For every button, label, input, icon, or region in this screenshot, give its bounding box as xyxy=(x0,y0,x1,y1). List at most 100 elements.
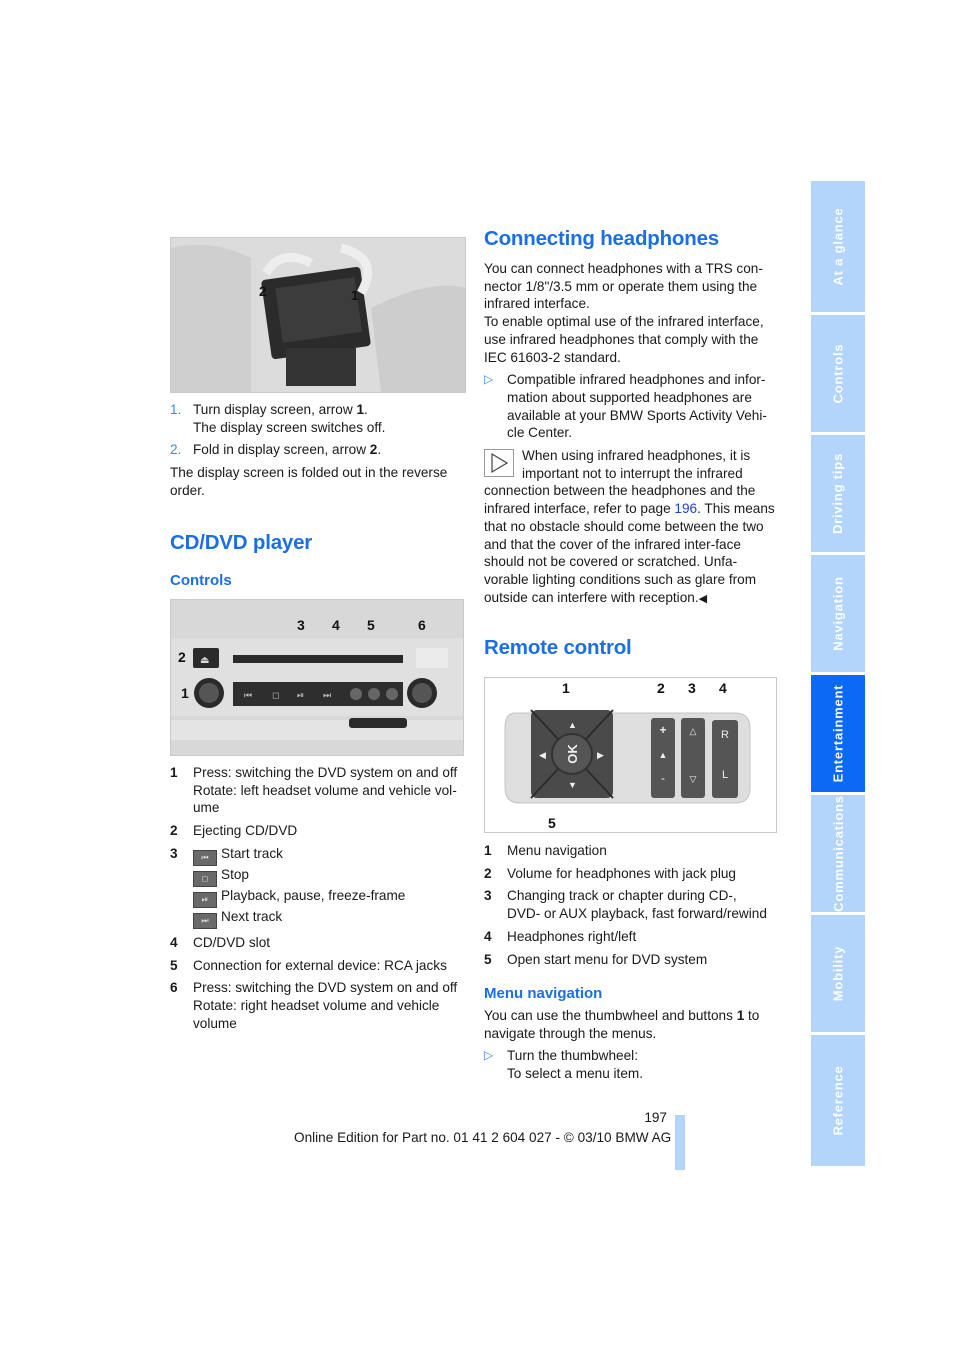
page-marker-bar xyxy=(675,1115,685,1170)
item-text: Open start menu for DVD system xyxy=(507,951,708,967)
item-text: Changing track or chapter during CD-, DVD… xyxy=(507,888,767,922)
step-number: 1. xyxy=(170,402,182,417)
arrow-2-shape xyxy=(262,252,314,276)
side-tab-driving-tips[interactable]: Driving tips xyxy=(811,435,865,552)
legend-item-6: 6 Press: switching the DVD system on and… xyxy=(170,979,465,1032)
callout-1: 1 xyxy=(181,685,189,701)
bullet-text: Turn the thumbwheel: To select a menu ite… xyxy=(507,1048,643,1082)
remote-item-5: 5 Open start menu for DVD system xyxy=(484,951,779,969)
edition-footer: Online Edition for Part no. 01 41 2 604 … xyxy=(294,1130,672,1145)
callout-6: 6 xyxy=(418,617,426,633)
menu-navigation-subheading: Menu navigation xyxy=(484,985,603,1002)
remote-control-heading: Remote control xyxy=(484,636,632,659)
remote-item-4: 4 Headphones right/left xyxy=(484,928,779,946)
callout-4: 4 xyxy=(332,617,340,633)
item-number: 5 xyxy=(170,957,178,973)
headphones-paragraph-1: You can connect headphones with a TRS co… xyxy=(484,261,763,312)
step-number: 2. xyxy=(170,442,182,458)
svg-text:L: L xyxy=(722,769,728,781)
page-number: 197 xyxy=(644,1110,667,1125)
item-text: Menu navigation xyxy=(507,843,607,858)
svg-text:OK: OK xyxy=(565,744,580,764)
remote-control-illustration: OK ▲ ▼ ◀ ▶ + ▲ - △ ▽ R L 1 2 3 4 5 xyxy=(504,680,751,831)
item-text: Headphones right/left xyxy=(507,928,637,944)
triangle-bullet-icon: ▷ xyxy=(484,372,494,387)
item-text: Press: switching the DVD system on and o… xyxy=(193,765,458,816)
callout-5: 5 xyxy=(367,617,375,633)
callout-1: 1 xyxy=(351,287,359,303)
screen-panel xyxy=(275,277,363,343)
legend-item-3: 3 ⏮ Start track ◻ Stop ⏯ Playback, pause, f… xyxy=(170,845,465,929)
item-number: 4 xyxy=(484,928,492,944)
legend-item-4: 4 CD/DVD slot xyxy=(170,934,465,952)
item-number: 1 xyxy=(484,843,492,858)
svg-text:+: + xyxy=(659,723,666,737)
rca-cable-plug xyxy=(349,718,407,728)
item-number: 3 xyxy=(170,845,178,861)
end-mark-icon: ◀ xyxy=(698,592,708,605)
tab-label: At a glance xyxy=(830,207,846,286)
reverse-order-note: The display screen is folded out in the … xyxy=(170,465,448,498)
item-text: Connection for external device: RCA jack… xyxy=(193,957,447,973)
callout-1: 1 xyxy=(562,680,570,696)
screen-mount xyxy=(286,348,356,386)
button-stop: ◻ Stop xyxy=(193,866,465,887)
dvd-controls-illustration: ⏏ ⏮ ◻ ⏯ ⏭ 1 2 3 4 5 6 xyxy=(171,617,463,740)
side-tab-communications[interactable]: Communications xyxy=(811,795,865,912)
button-next-track: ⏭ Next track xyxy=(193,908,465,929)
side-tab-navigation[interactable]: Navigation xyxy=(811,555,865,672)
step-text: Turn display screen, arrow 1. The display… xyxy=(193,402,386,435)
controls-legend-list: 1 Press: switching the DVD system on and… xyxy=(170,764,465,1032)
bullet-thumbwheel: ▷ Turn the thumbwheel: To select a menu i… xyxy=(484,1047,776,1082)
dvd-controls-figure: ⏏ ⏮ ◻ ⏯ ⏭ 1 2 3 4 5 6 xyxy=(170,599,464,756)
tab-label: Driving tips xyxy=(830,452,846,535)
rca-jack xyxy=(386,688,398,700)
side-tab-reference[interactable]: Reference xyxy=(811,1035,865,1166)
connecting-headphones-heading: Connecting headphones xyxy=(484,227,719,250)
skip-forward-icon: ⏭ xyxy=(193,912,217,929)
callout-3: 3 xyxy=(297,617,305,633)
rca-jack xyxy=(368,688,380,700)
bullet-text: Compatible infrared headphones and infor… xyxy=(507,372,767,441)
display-screen-illustration: 2 1 xyxy=(171,243,465,392)
svg-text:▽: ▽ xyxy=(690,774,697,784)
svg-text:⏮: ⏮ xyxy=(244,690,252,700)
svg-text:⏯: ⏯ xyxy=(297,690,304,700)
step-2: 2. Fold in display screen, arrow 2. xyxy=(170,441,465,459)
side-tab-at-a-glance[interactable]: At a glance xyxy=(811,181,865,312)
tab-label: Navigation xyxy=(830,576,846,651)
cd-dvd-player-heading: CD/DVD player xyxy=(170,531,313,554)
rca-jack xyxy=(350,688,362,700)
page-196-link[interactable]: 196 xyxy=(674,501,697,516)
cd-slot xyxy=(233,655,403,663)
note-triangle-icon xyxy=(484,449,514,478)
callout-3: 3 xyxy=(688,680,696,696)
item-number: 2 xyxy=(484,865,492,881)
stop-icon: ◻ xyxy=(193,870,217,887)
svg-text:▼: ▼ xyxy=(568,780,577,790)
remote-item-2: 2 Volume for headphones with jack plug xyxy=(484,865,779,883)
item-text: Ejecting CD/DVD xyxy=(193,823,298,839)
legend-item-2: 2 Ejecting CD/DVD xyxy=(170,822,465,840)
side-tab-entertainment[interactable]: Entertainment xyxy=(811,675,865,792)
svg-text:▲: ▲ xyxy=(568,720,577,730)
tab-label: Mobility xyxy=(830,945,846,1002)
svg-text:◀: ◀ xyxy=(539,750,546,760)
play-pause-icon: ⏯ xyxy=(193,891,217,908)
item-number: 5 xyxy=(484,951,492,967)
step-text: Fold in display screen, arrow 2. xyxy=(193,442,382,458)
item-number: 3 xyxy=(484,888,492,904)
menu-navigation-section: You can use the thumbwheel and buttons 1… xyxy=(484,1007,776,1083)
side-tab-controls[interactable]: Controls xyxy=(811,315,865,432)
headphones-section: You can connect headphones with a TRS co… xyxy=(484,260,776,608)
skip-back-icon: ⏮ xyxy=(193,849,217,866)
bullet-compatible-headphones: ▷ Compatible infrared headphones and inf… xyxy=(484,371,776,442)
infrared-note: When using infrared headphones, it is im… xyxy=(484,448,775,605)
side-tab-mobility[interactable]: Mobility xyxy=(811,915,865,1032)
armrest-shape xyxy=(371,285,465,392)
remote-item-1: 1 Menu navigation xyxy=(484,842,779,860)
callout-4: 4 xyxy=(719,680,727,696)
svg-text:⏏: ⏏ xyxy=(200,655,209,666)
item-text: ⏮ Start track ◻ Stop ⏯ Playback, pause, fre… xyxy=(193,845,465,929)
svg-text:△: △ xyxy=(690,726,697,736)
